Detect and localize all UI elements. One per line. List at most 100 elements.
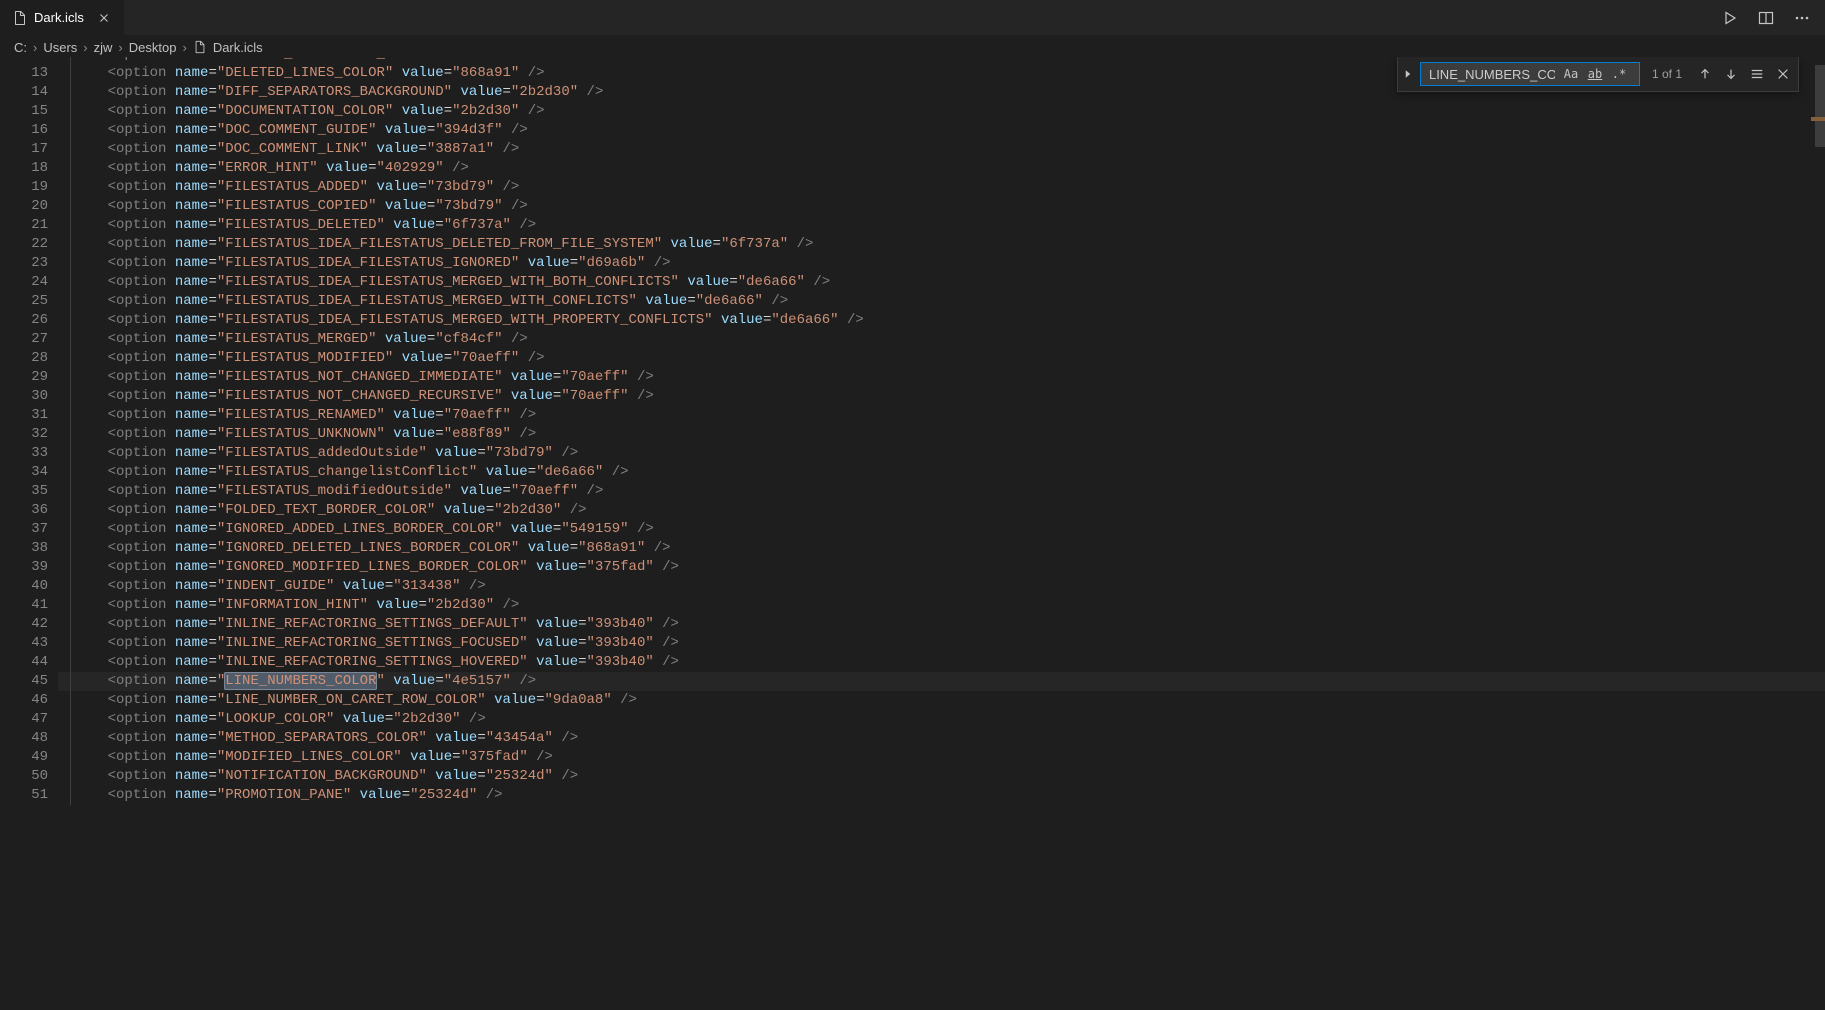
breadcrumb-segment[interactable]: Desktop: [129, 40, 177, 55]
code-line[interactable]: <option name="FILESTATUS_addedOutside" v…: [58, 444, 1825, 463]
line-number: 41: [0, 596, 58, 615]
scrollbar-thumb[interactable]: [1815, 65, 1825, 147]
line-number: 33: [0, 444, 58, 463]
code-line[interactable]: <option name="IGNORED_MODIFIED_LINES_BOR…: [58, 558, 1825, 577]
code-line[interactable]: <option name="IGNORED_DELETED_LINES_BORD…: [58, 539, 1825, 558]
code-line[interactable]: <option name="INLINE_REFACTORING_SETTING…: [58, 615, 1825, 634]
code-line[interactable]: <option name="FILESTATUS_changelistConfl…: [58, 463, 1825, 482]
line-number: 44: [0, 653, 58, 672]
code-line[interactable]: <option name="INDENT_GUIDE" value="31343…: [58, 577, 1825, 596]
chevron-right-icon: ›: [180, 40, 188, 55]
code-line[interactable]: <option name="METHOD_SEPARATORS_COLOR" v…: [58, 729, 1825, 748]
line-number: 43: [0, 634, 58, 653]
match-whole-word-toggle[interactable]: ab: [1585, 64, 1605, 84]
code-line[interactable]: <option name="LOOKUP_COLOR" value="2b2d3…: [58, 710, 1825, 729]
code-line[interactable]: <option name="PROMOTION_PANE" value="253…: [58, 786, 1825, 805]
code-line[interactable]: <option name="DOC_COMMENT_LINK" value="3…: [58, 140, 1825, 159]
line-number: 19: [0, 178, 58, 197]
code-line[interactable]: <option name="FILESTATUS_IDEA_FILESTATUS…: [58, 273, 1825, 292]
code-line[interactable]: <option name="FILESTATUS_modifiedOutside…: [58, 482, 1825, 501]
line-number: 48: [0, 729, 58, 748]
code-line[interactable]: <option name="FILESTATUS_IDEA_FILESTATUS…: [58, 235, 1825, 254]
code-line[interactable]: <option name="LINE_NUMBER_ON_CARET_ROW_C…: [58, 691, 1825, 710]
line-number: 40: [0, 577, 58, 596]
close-tab-button[interactable]: [94, 8, 114, 28]
tab-dark-icls[interactable]: Dark.icls: [0, 0, 125, 35]
line-number: 13: [0, 64, 58, 83]
line-number: 45: [0, 672, 58, 691]
line-number: 49: [0, 748, 58, 767]
code-line[interactable]: <option name="FILESTATUS_ADDED" value="7…: [58, 178, 1825, 197]
find-result-count: 1 of 1: [1644, 65, 1690, 84]
find-input[interactable]: [1427, 66, 1557, 83]
line-number: 24: [0, 273, 58, 292]
code-line[interactable]: <option name="FILESTATUS_NOT_CHANGED_REC…: [58, 387, 1825, 406]
line-number: 34: [0, 463, 58, 482]
code-line[interactable]: <option name="FILESTATUS_IDEA_FILESTATUS…: [58, 311, 1825, 330]
code-line[interactable]: <option name="FILESTATUS_COPIED" value="…: [58, 197, 1825, 216]
code-line[interactable]: <option name="FILESTATUS_IDEA_FILESTATUS…: [58, 254, 1825, 273]
code-line[interactable]: <option name="FOLDED_TEXT_BORDER_COLOR" …: [58, 501, 1825, 520]
file-icon: [193, 40, 207, 54]
editor-actions: [1713, 0, 1825, 35]
code-content[interactable]: <option name="CONSOLE_BACKGROUND_KEY" va…: [58, 57, 1825, 805]
line-number: 20: [0, 197, 58, 216]
code-editor[interactable]: Aa ab .* 1 of 1 121314151617181920212223…: [0, 57, 1825, 1010]
tab-label: Dark.icls: [34, 10, 84, 25]
run-icon[interactable]: [1719, 7, 1741, 29]
code-line[interactable]: <option name="INFORMATION_HINT" value="2…: [58, 596, 1825, 615]
line-number-gutter: 1213141516171819202122232425262728293031…: [0, 57, 58, 805]
line-number: 12: [0, 57, 58, 64]
find-next-button[interactable]: [1720, 63, 1742, 85]
line-number: 47: [0, 710, 58, 729]
code-line[interactable]: <option name="ERROR_HINT" value="402929"…: [58, 159, 1825, 178]
code-line[interactable]: <option name="FILESTATUS_NOT_CHANGED_IMM…: [58, 368, 1825, 387]
line-number: 51: [0, 786, 58, 805]
line-number: 46: [0, 691, 58, 710]
code-line[interactable]: <option name="FILESTATUS_UNKNOWN" value=…: [58, 425, 1825, 444]
line-number: 25: [0, 292, 58, 311]
close-find-button[interactable]: [1772, 63, 1794, 85]
breadcrumb[interactable]: C: › Users › zjw › Desktop › Dark.icls: [0, 35, 1825, 57]
split-editor-icon[interactable]: [1755, 7, 1777, 29]
line-number: 50: [0, 767, 58, 786]
code-line[interactable]: <option name="INLINE_REFACTORING_SETTING…: [58, 653, 1825, 672]
chevron-right-icon: ›: [81, 40, 89, 55]
line-number: 36: [0, 501, 58, 520]
code-line[interactable]: <option name="INLINE_REFACTORING_SETTING…: [58, 634, 1825, 653]
scrollbar-track[interactable]: [1811, 57, 1825, 1010]
code-line[interactable]: <option name="FILESTATUS_DELETED" value=…: [58, 216, 1825, 235]
line-number: 30: [0, 387, 58, 406]
code-line[interactable]: <option name="MODIFIED_LINES_COLOR" valu…: [58, 748, 1825, 767]
line-number: 14: [0, 83, 58, 102]
line-number: 16: [0, 121, 58, 140]
breadcrumb-segment[interactable]: C:: [14, 40, 27, 55]
line-number: 31: [0, 406, 58, 425]
line-number: 32: [0, 425, 58, 444]
match-case-toggle[interactable]: Aa: [1561, 64, 1581, 84]
line-number: 37: [0, 520, 58, 539]
breadcrumb-file[interactable]: Dark.icls: [213, 40, 263, 55]
find-in-selection-toggle[interactable]: [1746, 63, 1768, 85]
line-number: 15: [0, 102, 58, 121]
code-line[interactable]: <option name="DOC_COMMENT_GUIDE" value="…: [58, 121, 1825, 140]
code-line[interactable]: <option name="NOTIFICATION_BACKGROUND" v…: [58, 767, 1825, 786]
more-actions-icon[interactable]: [1791, 7, 1813, 29]
line-number: 28: [0, 349, 58, 368]
chevron-right-icon: ›: [116, 40, 124, 55]
code-line[interactable]: <option name="DOCUMENTATION_COLOR" value…: [58, 102, 1825, 121]
regex-toggle[interactable]: .*: [1609, 64, 1629, 84]
toggle-replace-button[interactable]: [1400, 60, 1416, 88]
breadcrumb-segment[interactable]: Users: [43, 40, 77, 55]
code-line[interactable]: <option name="FILESTATUS_MODIFIED" value…: [58, 349, 1825, 368]
code-line[interactable]: <option name="FILESTATUS_MERGED" value="…: [58, 330, 1825, 349]
line-number: 22: [0, 235, 58, 254]
breadcrumb-segment[interactable]: zjw: [94, 40, 113, 55]
code-line[interactable]: <option name="FILESTATUS_RENAMED" value=…: [58, 406, 1825, 425]
code-line[interactable]: <option name="LINE_NUMBERS_COLOR" value=…: [58, 672, 1825, 691]
line-number: 35: [0, 482, 58, 501]
code-line[interactable]: <option name="FILESTATUS_IDEA_FILESTATUS…: [58, 292, 1825, 311]
line-number: 26: [0, 311, 58, 330]
find-prev-button[interactable]: [1694, 63, 1716, 85]
code-line[interactable]: <option name="IGNORED_ADDED_LINES_BORDER…: [58, 520, 1825, 539]
